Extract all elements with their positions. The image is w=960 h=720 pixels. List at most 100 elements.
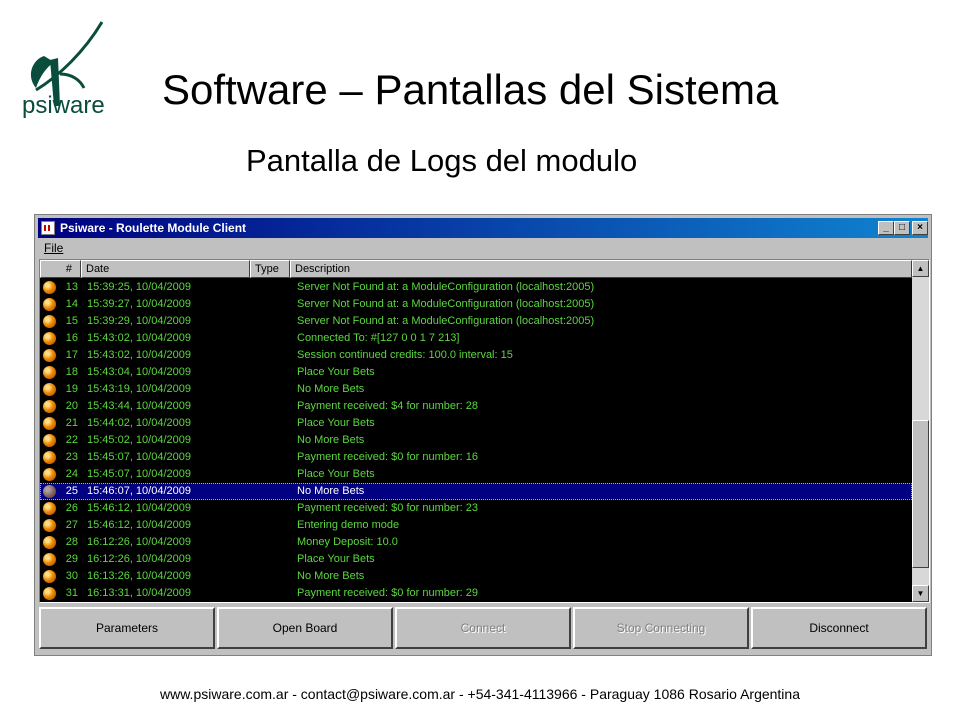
- table-row[interactable]: 22 15:45:02, 10/04/2009 No More Bets: [40, 432, 912, 449]
- scroll-up-icon[interactable]: ▲: [912, 260, 929, 277]
- orange-ball-icon: [43, 400, 56, 413]
- table-row[interactable]: 27 15:46:12, 10/04/2009 Entering demo mode: [40, 517, 912, 534]
- scrollbar-thumb[interactable]: [912, 420, 929, 568]
- connect-button[interactable]: Connect: [395, 607, 571, 649]
- row-date: 15:39:25, 10/04/2009: [87, 281, 191, 293]
- table-row[interactable]: 26 15:46:12, 10/04/2009 Payment received:…: [40, 500, 912, 517]
- table-row[interactable]: 15 15:39:29, 10/04/2009 Server Not Found …: [40, 313, 912, 330]
- open-board-button[interactable]: Open Board: [217, 607, 393, 649]
- disconnect-button[interactable]: Disconnect: [751, 607, 927, 649]
- minimize-icon[interactable]: _: [878, 221, 894, 235]
- orange-ball-icon: [43, 536, 56, 549]
- row-date: 15:43:04, 10/04/2009: [87, 366, 191, 378]
- row-number: 18: [65, 366, 78, 378]
- table-row[interactable]: 21 15:44:02, 10/04/2009 Place Your Bets: [40, 415, 912, 432]
- row-description: Connected To: #[127 0 0 1 7 213]: [297, 332, 460, 344]
- orange-ball-icon: [43, 349, 56, 362]
- row-date: 15:43:02, 10/04/2009: [87, 332, 191, 344]
- slide-subtitle: Pantalla de Logs del modulo: [246, 143, 638, 178]
- table-row[interactable]: 23 15:45:07, 10/04/2009 Payment received:…: [40, 449, 912, 466]
- orange-ball-icon: [43, 451, 56, 464]
- row-description: Money Deposit: 10.0: [297, 536, 398, 548]
- row-number: 22: [65, 434, 78, 446]
- row-description: Server Not Found at: a ModuleConfigurati…: [297, 315, 595, 327]
- row-description: Place Your Bets: [297, 366, 375, 378]
- window-titlebar[interactable]: Psiware - Roulette Module Client _ □ ×: [38, 218, 928, 238]
- scroll-down-icon[interactable]: ▼: [912, 585, 929, 602]
- table-row[interactable]: 24 15:45:07, 10/04/2009 Place Your Bets: [40, 466, 912, 483]
- orange-ball-icon: [43, 553, 56, 566]
- column-header-number[interactable]: #: [40, 260, 81, 278]
- row-number: 20: [65, 400, 78, 412]
- column-header-description[interactable]: Description: [290, 260, 912, 278]
- table-row[interactable]: 28 16:12:26, 10/04/2009 Money Deposit: 10.…: [40, 534, 912, 551]
- row-description: Server Not Found at: a ModuleConfigurati…: [297, 298, 595, 310]
- row-number: 14: [65, 298, 78, 310]
- row-date: 15:46:12, 10/04/2009: [87, 519, 191, 531]
- row-number: 25: [65, 485, 78, 497]
- orange-ball-icon: [43, 315, 56, 328]
- row-description: Server Not Found at: a ModuleConfigurati…: [297, 281, 595, 293]
- row-description: Payment received: $0 for number: 23: [297, 502, 478, 514]
- parameters-button[interactable]: Parameters: [39, 607, 215, 649]
- table-row[interactable]: 16 15:43:02, 10/04/2009 Connected To: #[12…: [40, 330, 912, 347]
- row-description: No More Bets: [297, 383, 365, 395]
- row-number: 30: [65, 570, 78, 582]
- row-description: No More Bets: [297, 434, 365, 446]
- row-description: Place Your Bets: [297, 417, 375, 429]
- slide-title: Software – Pantallas del Sistema: [162, 66, 779, 113]
- row-description: No More Bets: [297, 570, 365, 582]
- table-row[interactable]: 25 15:46:07, 10/04/2009 No More Bets: [40, 483, 912, 500]
- table-row[interactable]: 18 15:43:04, 10/04/2009 Place Your Bets: [40, 364, 912, 381]
- table-row[interactable]: 30 16:13:26, 10/04/2009 No More Bets: [40, 568, 912, 585]
- table-row[interactable]: 17 15:43:02, 10/04/2009 Session continued …: [40, 347, 912, 364]
- log-list[interactable]: # Date Type Description 13 15:39:25, 10/0…: [39, 259, 930, 603]
- row-description: Payment received: $4 for number: 28: [297, 400, 478, 412]
- roulette-app-icon[interactable]: [41, 221, 55, 235]
- row-number: 19: [65, 383, 78, 395]
- row-number: 29: [65, 553, 78, 565]
- row-date: 15:45:07, 10/04/2009: [87, 468, 191, 480]
- row-number: 23: [65, 451, 78, 463]
- table-row[interactable]: 31 16:13:31, 10/04/2009 Payment received:…: [40, 585, 912, 602]
- row-number: 28: [65, 536, 78, 548]
- row-number: 17: [65, 349, 78, 361]
- orange-ball-icon: [43, 502, 56, 515]
- table-row[interactable]: 14 15:39:27, 10/04/2009 Server Not Found …: [40, 296, 912, 313]
- row-date: 15:43:19, 10/04/2009: [87, 383, 191, 395]
- app-window: Psiware - Roulette Module Client _ □ × F…: [34, 214, 932, 656]
- close-icon[interactable]: ×: [912, 221, 928, 235]
- orange-ball-icon: [43, 366, 56, 379]
- column-header-type[interactable]: Type: [250, 260, 290, 278]
- orange-ball-icon: [43, 298, 56, 311]
- row-date: 16:13:26, 10/04/2009: [87, 570, 191, 582]
- menu-file[interactable]: File: [44, 241, 63, 255]
- row-number: 27: [65, 519, 78, 531]
- table-row[interactable]: 29 16:12:26, 10/04/2009 Place Your Bets: [40, 551, 912, 568]
- row-description: Session continued credits: 100.0 interva…: [297, 349, 513, 361]
- row-date: 15:43:02, 10/04/2009: [87, 349, 191, 361]
- row-number: 26: [65, 502, 78, 514]
- vertical-scrollbar[interactable]: ▲ ▼: [912, 260, 929, 602]
- maximize-icon[interactable]: □: [894, 221, 910, 235]
- orange-ball-icon: [43, 434, 56, 447]
- orange-ball-icon: [43, 417, 56, 430]
- table-row[interactable]: 19 15:43:19, 10/04/2009 No More Bets: [40, 381, 912, 398]
- row-date: 15:45:07, 10/04/2009: [87, 451, 191, 463]
- row-date: 15:43:44, 10/04/2009: [87, 400, 191, 412]
- row-number: 21: [65, 417, 78, 429]
- brand-name: psiware: [22, 92, 105, 119]
- row-date: 15:45:02, 10/04/2009: [87, 434, 191, 446]
- row-date: 15:39:27, 10/04/2009: [87, 298, 191, 310]
- row-date: 16:13:31, 10/04/2009: [87, 587, 191, 599]
- row-date: 16:12:26, 10/04/2009: [87, 553, 191, 565]
- row-description: Payment received: $0 for number: 29: [297, 587, 478, 599]
- stop-connecting-button[interactable]: Stop Connecting: [573, 607, 749, 649]
- list-header: # Date Type Description: [40, 260, 912, 278]
- table-row[interactable]: 13 15:39:25, 10/04/2009 Server Not Found …: [40, 279, 912, 296]
- row-date: 15:44:02, 10/04/2009: [87, 417, 191, 429]
- table-row[interactable]: 20 15:43:44, 10/04/2009 Payment received:…: [40, 398, 912, 415]
- orange-ball-icon: [43, 281, 56, 294]
- orange-ball-icon: [43, 570, 56, 583]
- column-header-date[interactable]: Date: [81, 260, 250, 278]
